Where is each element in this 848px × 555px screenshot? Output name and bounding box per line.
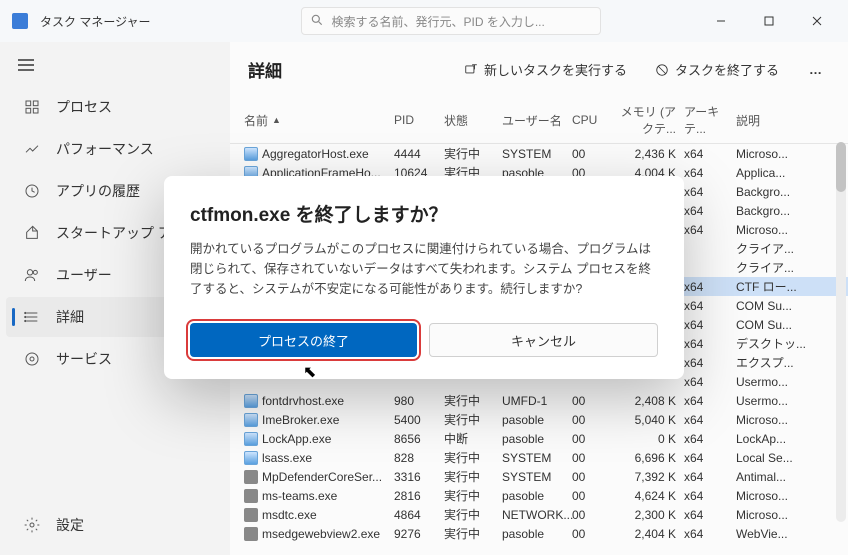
new-task-button[interactable]: 新しいタスクを実行する bbox=[458, 56, 633, 83]
nav-icon bbox=[24, 141, 40, 157]
process-icon bbox=[244, 451, 258, 465]
menu-toggle[interactable] bbox=[0, 50, 230, 85]
process-icon bbox=[244, 413, 258, 427]
process-icon bbox=[244, 527, 258, 541]
close-button[interactable] bbox=[794, 5, 840, 37]
table-row[interactable]: fontdrvhost.exe980実行中UMFD-1002,408 Kx64U… bbox=[230, 391, 848, 410]
nav-icon bbox=[24, 351, 40, 367]
search-input[interactable]: 検索する名前、発行元、PID を入力し... bbox=[301, 7, 601, 35]
table-row[interactable]: ImeBroker.exe5400実行中pasoble005,040 Kx64M… bbox=[230, 410, 848, 429]
table-header[interactable]: 名前▲ PID 状態 ユーザー名 CPU メモリ (アクテ... アーキテ...… bbox=[230, 97, 848, 144]
minimize-button[interactable] bbox=[698, 5, 744, 37]
table-row[interactable]: lsass.exe828実行中SYSTEM006,696 Kx64Local S… bbox=[230, 448, 848, 467]
scrollbar[interactable] bbox=[836, 142, 846, 522]
titlebar: タスク マネージャー 検索する名前、発行元、PID を入力し... bbox=[0, 0, 848, 42]
toolbar: 詳細 新しいタスクを実行する タスクを終了する … bbox=[230, 42, 848, 97]
dialog-title: ctfmon.exe を終了しますか？ bbox=[190, 200, 658, 227]
table-row[interactable]: LockApp.exe8656中断pasoble000 Kx64LockAp..… bbox=[230, 429, 848, 448]
table-row[interactable]: msdtc.exe4864実行中NETWORK...002,300 Kx64Mi… bbox=[230, 505, 848, 524]
process-icon bbox=[244, 147, 258, 161]
sidebar-label: サービス bbox=[56, 349, 112, 369]
app-icon bbox=[12, 13, 28, 29]
sidebar-item-0[interactable]: プロセス bbox=[6, 87, 224, 127]
table-row[interactable]: MpDefenderCoreSer...3316実行中SYSTEM007,392… bbox=[230, 467, 848, 486]
nav-icon bbox=[24, 309, 40, 325]
process-icon bbox=[244, 489, 258, 503]
maximize-button[interactable] bbox=[746, 5, 792, 37]
sidebar-label: ユーザー bbox=[56, 265, 112, 285]
sidebar-label: パフォーマンス bbox=[56, 139, 154, 159]
sidebar-item-1[interactable]: パフォーマンス bbox=[6, 129, 224, 169]
process-icon bbox=[244, 432, 258, 446]
gear-icon bbox=[24, 517, 40, 533]
app-title: タスク マネージャー bbox=[40, 13, 151, 30]
dialog-text: 開かれているプログラムがこのプロセスに関連付けられている場合、プログラムは閉じら… bbox=[190, 239, 658, 299]
sidebar-label: アプリの履歴 bbox=[56, 181, 140, 201]
sidebar-label: 設定 bbox=[56, 515, 84, 535]
nav-icon bbox=[24, 225, 40, 241]
sidebar-label: 詳細 bbox=[56, 307, 84, 327]
nav-icon bbox=[24, 99, 40, 115]
table-row[interactable]: AggregatorHost.exe4444実行中SYSTEM002,436 K… bbox=[230, 144, 848, 163]
search-icon bbox=[310, 13, 324, 30]
page-title: 詳細 bbox=[248, 57, 282, 82]
sidebar-label: プロセス bbox=[56, 97, 112, 117]
process-icon bbox=[244, 394, 258, 408]
table-row[interactable]: msedgewebview2.exe9276実行中pasoble002,404 … bbox=[230, 524, 848, 543]
end-task-button[interactable]: タスクを終了する bbox=[649, 56, 785, 83]
search-placeholder: 検索する名前、発行元、PID を入力し... bbox=[332, 13, 545, 30]
confirm-dialog: ctfmon.exe を終了しますか？ 開かれているプログラムがこのプロセスに関… bbox=[164, 176, 684, 379]
sidebar-item-settings[interactable]: 設定 bbox=[6, 505, 224, 545]
end-process-button[interactable]: プロセスの終了 bbox=[190, 323, 417, 357]
nav-icon bbox=[24, 183, 40, 199]
process-icon bbox=[244, 508, 258, 522]
more-button[interactable]: … bbox=[801, 58, 830, 81]
nav-icon bbox=[24, 267, 40, 283]
process-icon bbox=[244, 470, 258, 484]
window-controls bbox=[698, 5, 840, 37]
scroll-thumb[interactable] bbox=[836, 142, 846, 192]
sort-asc-icon: ▲ bbox=[272, 115, 281, 125]
cancel-button[interactable]: キャンセル bbox=[429, 323, 658, 357]
table-row[interactable]: ms-teams.exe2816実行中pasoble004,624 Kx64Mi… bbox=[230, 486, 848, 505]
